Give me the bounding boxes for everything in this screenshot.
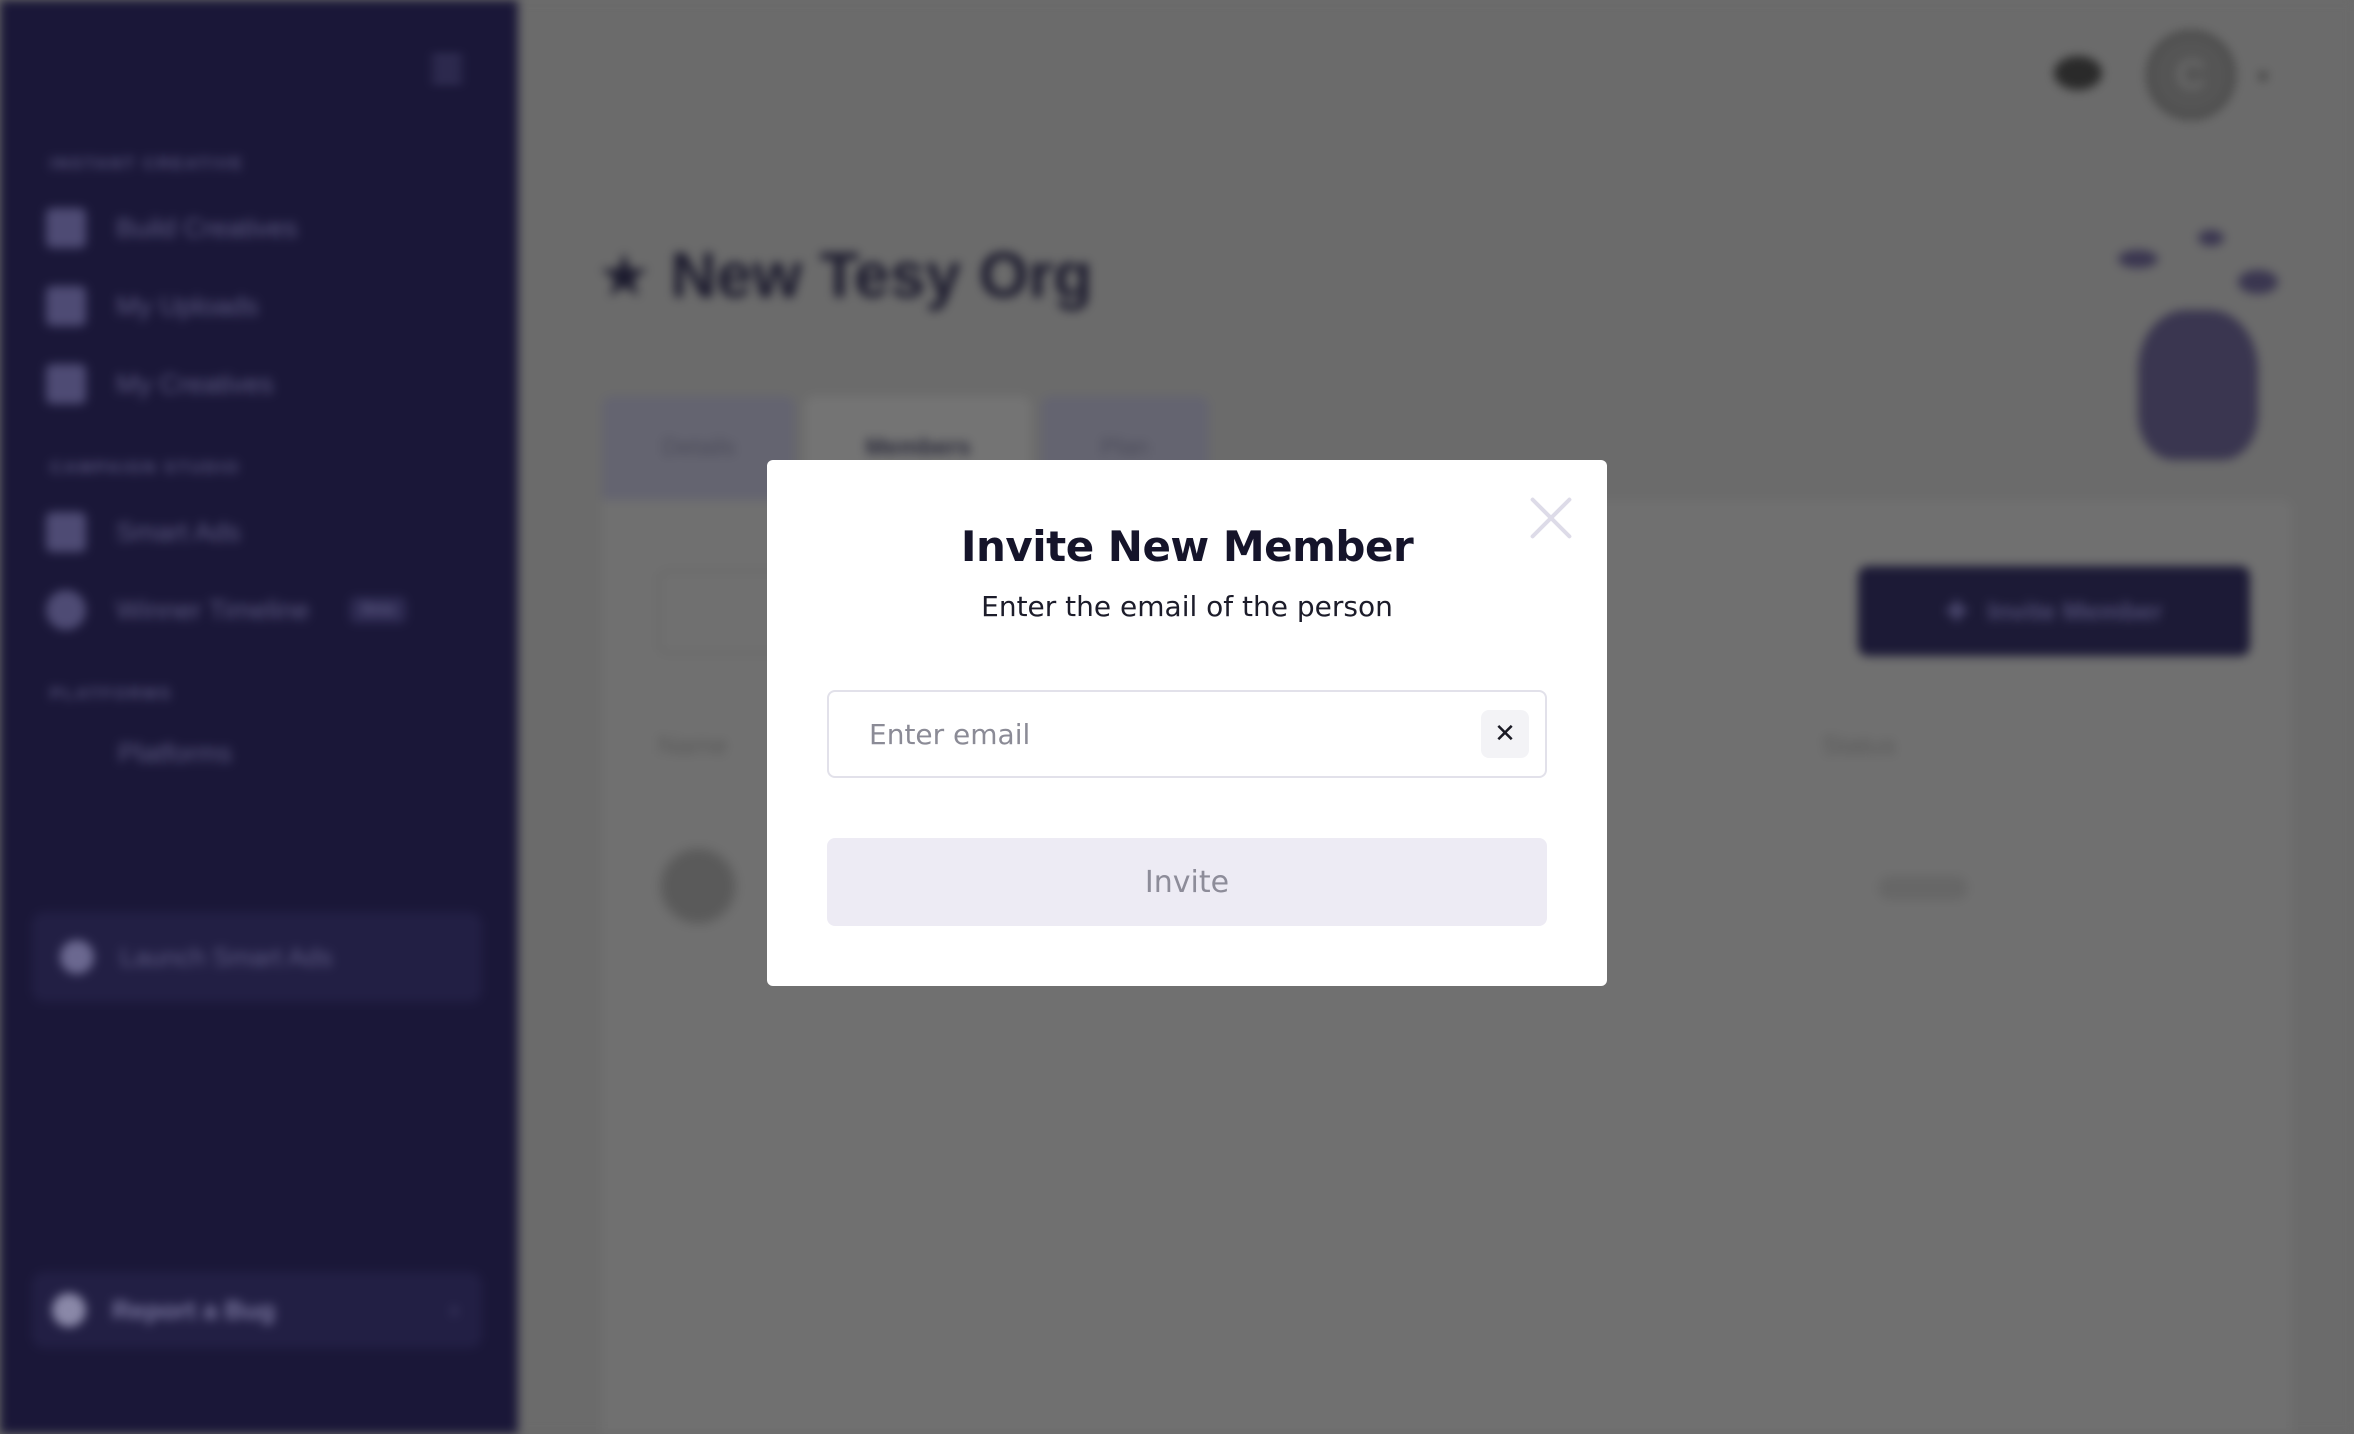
sidebar-item-platforms[interactable]: Platforms bbox=[118, 738, 232, 769]
clock-icon bbox=[46, 590, 86, 630]
menu-icon[interactable] bbox=[432, 56, 462, 86]
plus-icon: ✚ bbox=[1945, 595, 1968, 626]
sidebar-item-my-uploads[interactable]: My Uploads bbox=[46, 286, 259, 326]
sidebar-item-label: My Uploads bbox=[116, 290, 259, 321]
beta-badge: Beta bbox=[349, 597, 407, 623]
email-field[interactable] bbox=[829, 692, 1469, 776]
modal-subtitle: Enter the email of the person bbox=[981, 590, 1393, 623]
sidebar-item-my-creatives[interactable]: My Creatives bbox=[46, 364, 274, 404]
grid-icon bbox=[46, 208, 86, 248]
sidebar-section-label: CAMPAIGN STUDIO bbox=[50, 458, 241, 477]
report-bug-button[interactable]: Report a Bug › bbox=[32, 1272, 482, 1348]
eye-icon[interactable] bbox=[2054, 56, 2102, 90]
invite-member-button[interactable]: ✚ Invite Member bbox=[1858, 566, 2250, 656]
column-header-status: Status bbox=[1822, 730, 1896, 760]
bug-icon bbox=[52, 1293, 86, 1327]
status-badge bbox=[1878, 876, 1968, 900]
sidebar-section-label: INSTANT CREATIVE bbox=[50, 154, 244, 173]
sidebar: INSTANT CREATIVE Build Creatives My Uplo… bbox=[0, 0, 518, 1434]
brush-icon bbox=[46, 364, 86, 404]
sidebar-section-label: PLATFORMS bbox=[50, 684, 173, 703]
report-bug-label: Report a Bug bbox=[112, 1294, 276, 1325]
sidebar-item-label: My Creatives bbox=[116, 368, 274, 399]
sidebar-item-winner-timeline[interactable]: Winner Timeline Beta bbox=[46, 590, 407, 630]
folder-icon bbox=[46, 286, 86, 326]
column-header-name: Name bbox=[658, 730, 728, 760]
megaphone-icon bbox=[46, 512, 86, 552]
clear-input-button[interactable]: ✕ bbox=[1481, 710, 1529, 758]
invite-member-modal: Invite New Member Enter the email of the… bbox=[767, 460, 1607, 986]
sparkle-icon bbox=[60, 940, 94, 974]
sidebar-item-label: Smart Ads bbox=[116, 516, 241, 547]
illustration bbox=[2078, 230, 2278, 480]
modal-title: Invite New Member bbox=[960, 522, 1414, 571]
email-field-wrapper: ✕ bbox=[827, 690, 1547, 778]
chevron-down-icon[interactable]: ▾ bbox=[2258, 64, 2268, 89]
star-icon: ★ bbox=[600, 245, 649, 306]
sidebar-item-label: Build Creatives bbox=[116, 212, 298, 243]
member-avatar bbox=[658, 846, 738, 926]
invite-member-label: Invite Member bbox=[1987, 595, 2163, 626]
launch-smart-ads-button[interactable]: Launch Smart Ads bbox=[32, 912, 482, 1002]
invite-button[interactable]: Invite bbox=[827, 838, 1547, 926]
org-title-text: New Tesy Org bbox=[670, 239, 1093, 311]
sidebar-item-label: Platforms bbox=[118, 738, 233, 768]
sidebar-item-label: Winner Timeline bbox=[116, 594, 310, 625]
page-title: ★ New Tesy Org bbox=[600, 238, 1092, 312]
chevron-right-icon: › bbox=[450, 1297, 458, 1322]
user-avatar[interactable]: C bbox=[2146, 30, 2236, 120]
launch-label: Launch Smart Ads bbox=[120, 941, 333, 972]
sidebar-item-smart-ads[interactable]: Smart Ads bbox=[46, 512, 241, 552]
sidebar-item-build-creatives[interactable]: Build Creatives bbox=[46, 208, 298, 248]
